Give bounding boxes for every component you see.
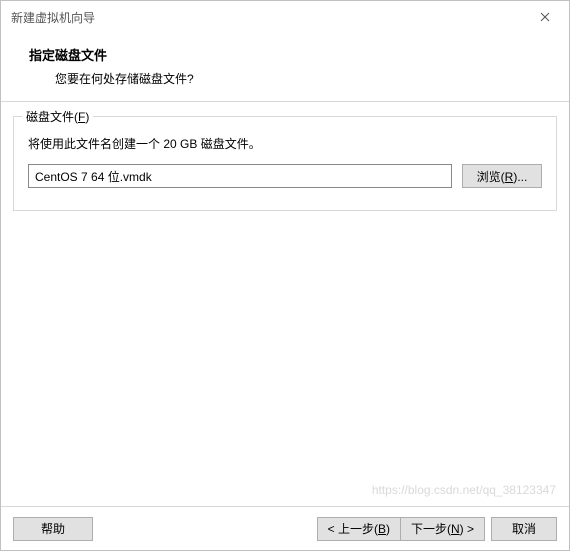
browse-button[interactable]: 浏览(R)... [462,164,542,188]
fieldset-description: 将使用此文件名创建一个 20 GB 磁盘文件。 [28,135,542,152]
close-button[interactable] [527,4,563,30]
cancel-button[interactable]: 取消 [491,517,557,541]
filepath-input[interactable] [28,164,452,188]
wizard-window: 新建虚拟机向导 指定磁盘文件 您要在何处存储磁盘文件? 磁盘文件(F) 将使用此… [0,0,570,551]
close-icon [540,12,550,22]
filepath-row: 浏览(R)... [28,164,542,188]
wizard-content: 磁盘文件(F) 将使用此文件名创建一个 20 GB 磁盘文件。 浏览(R)... [1,102,569,506]
wizard-header: 指定磁盘文件 您要在何处存储磁盘文件? [1,33,569,102]
fieldset-legend: 磁盘文件(F) [22,108,93,125]
disk-file-fieldset: 磁盘文件(F) 将使用此文件名创建一个 20 GB 磁盘文件。 浏览(R)... [13,116,557,211]
wizard-footer: 帮助 < 上一步(B) 下一步(N) > 取消 [1,506,569,550]
nav-button-group: < 上一步(B) 下一步(N) > [317,517,485,541]
window-title: 新建虚拟机向导 [11,9,527,26]
help-button[interactable]: 帮助 [13,517,93,541]
titlebar: 新建虚拟机向导 [1,1,569,33]
next-button[interactable]: 下一步(N) > [400,517,485,541]
back-button[interactable]: < 上一步(B) [317,517,400,541]
page-title: 指定磁盘文件 [29,45,547,64]
page-subtitle: 您要在何处存储磁盘文件? [29,70,547,87]
